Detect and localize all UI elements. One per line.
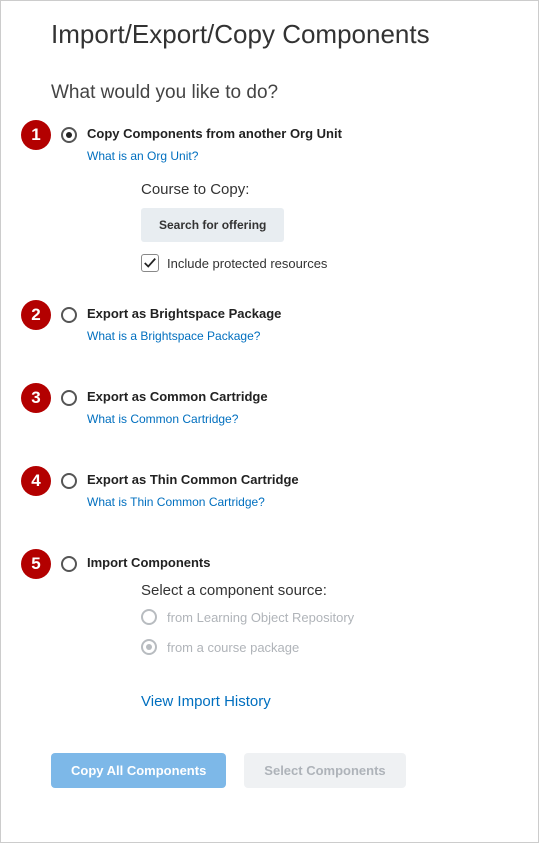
radio-source-package[interactable] (141, 639, 157, 655)
option-label: Export as Common Cartridge (87, 389, 530, 404)
option-copy-components: 1 Copy Components from another Org Unit … (9, 126, 530, 272)
help-link-thin-cartridge[interactable]: What is Thin Common Cartridge? (87, 495, 265, 509)
option-export-thin-cartridge: 4 Export as Thin Common Cartridge What i… (9, 472, 530, 521)
import-source-section: Select a component source: from Learning… (141, 582, 530, 711)
help-link-org-unit[interactable]: What is an Org Unit? (87, 149, 198, 163)
help-link-common-cartridge[interactable]: What is Common Cartridge? (87, 412, 238, 426)
page-container: Import/Export/Copy Components What would… (0, 0, 539, 843)
option-label: Import Components (87, 555, 530, 570)
option-import-components: 5 Import Components Select a component s… (9, 555, 530, 711)
action-buttons: Copy All Components Select Components (51, 753, 530, 788)
search-offering-button[interactable]: Search for offering (141, 208, 284, 242)
copy-all-button[interactable]: Copy All Components (51, 753, 226, 788)
page-title: Import/Export/Copy Components (51, 19, 530, 50)
page-subtitle: What would you like to do? (51, 82, 530, 104)
radio-export-thin-cartridge[interactable] (61, 473, 77, 489)
step-badge-3: 3 (21, 383, 51, 413)
source-label-package: from a course package (167, 640, 299, 655)
include-protected-checkbox[interactable] (141, 254, 159, 272)
help-link-brightspace[interactable]: What is a Brightspace Package? (87, 329, 260, 343)
step-badge-1: 1 (21, 120, 51, 150)
radio-export-brightspace[interactable] (61, 307, 77, 323)
radio-export-common-cartridge[interactable] (61, 390, 77, 406)
radio-import-components[interactable] (61, 556, 77, 572)
step-badge-5: 5 (21, 549, 51, 579)
view-import-history-link[interactable]: View Import History (141, 693, 271, 710)
radio-source-repository[interactable] (141, 609, 157, 625)
option-export-brightspace: 2 Export as Brightspace Package What is … (9, 306, 530, 355)
checkmark-icon (143, 256, 157, 270)
step-badge-2: 2 (21, 300, 51, 330)
step-badge-4: 4 (21, 466, 51, 496)
option-label: Copy Components from another Org Unit (87, 126, 530, 141)
source-label-repository: from Learning Object Repository (167, 610, 354, 625)
checkbox-label: Include protected resources (167, 256, 327, 271)
option-export-common-cartridge: 3 Export as Common Cartridge What is Com… (9, 389, 530, 438)
option-label: Export as Thin Common Cartridge (87, 472, 530, 487)
select-components-button[interactable]: Select Components (244, 753, 405, 788)
radio-copy-components[interactable] (61, 127, 77, 143)
copy-course-section: Course to Copy: Search for offering Incl… (141, 181, 530, 272)
component-source-heading: Select a component source: (141, 582, 530, 599)
option-label: Export as Brightspace Package (87, 306, 530, 321)
course-to-copy-heading: Course to Copy: (141, 181, 530, 198)
